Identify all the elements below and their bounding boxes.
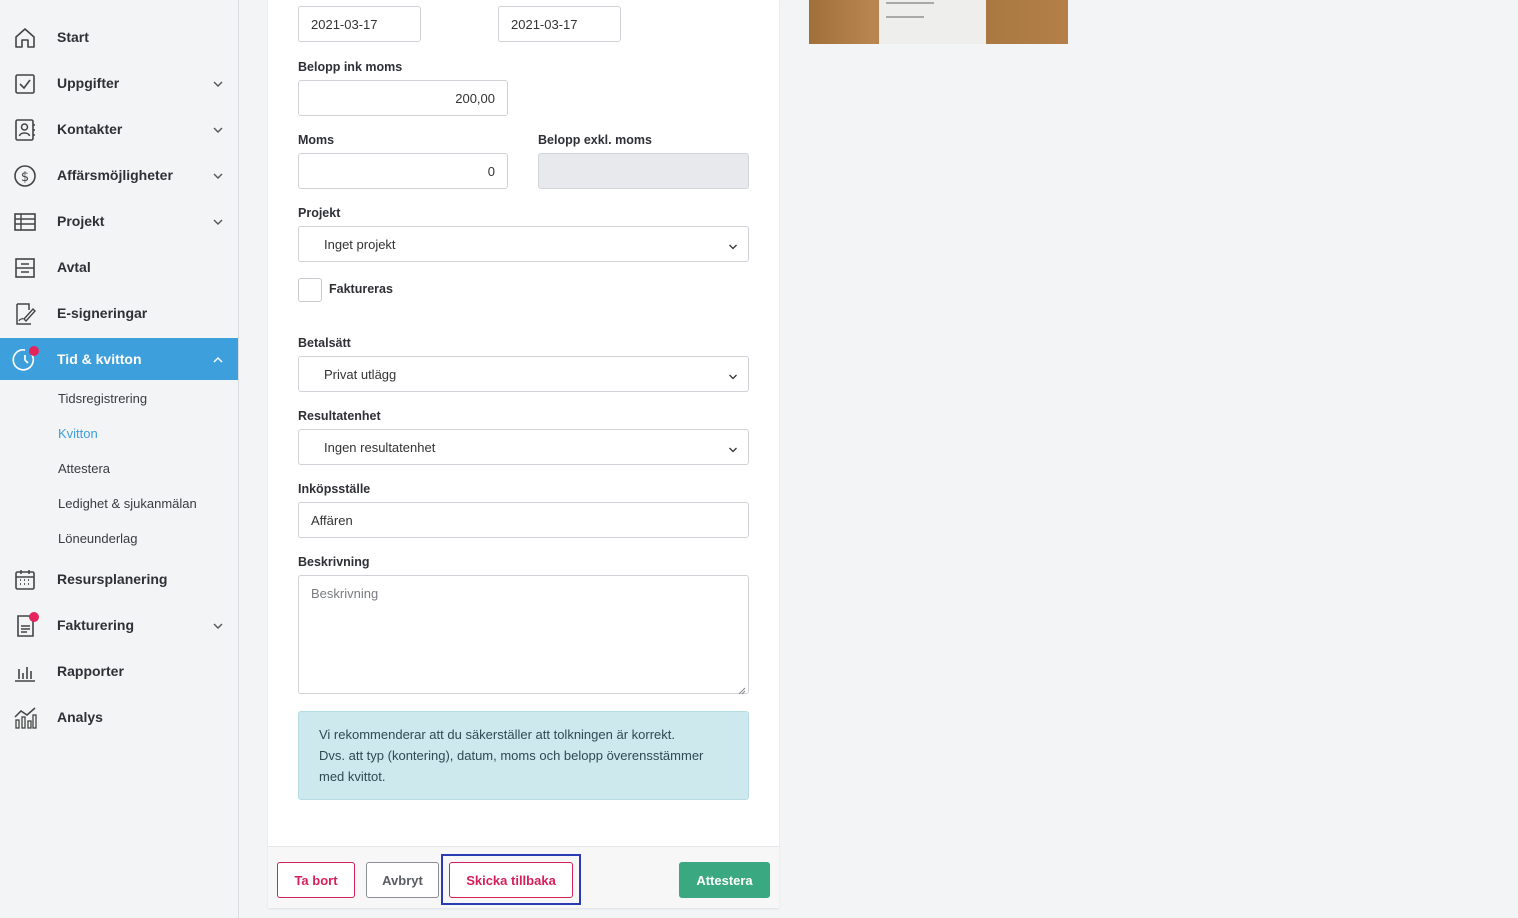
subnav-kvitton[interactable]: Kvitton (58, 426, 98, 441)
subnav-loneunderlag[interactable]: Löneunderlag (58, 531, 138, 546)
chevron-down-icon (728, 370, 738, 380)
date-to-input[interactable]: 2021-03-17 (498, 6, 621, 42)
resize-handle-icon[interactable] (738, 683, 746, 695)
nav-label: Uppgifter (57, 75, 120, 91)
purchase-place-label: Inköpsställe (298, 482, 371, 496)
project-select-value: Inget projekt (324, 236, 396, 252)
chevron-down-icon (728, 240, 738, 250)
project-label: Projekt (298, 206, 341, 220)
svg-text:$: $ (21, 170, 29, 185)
info-line: Dvs. att typ (kontering), datum, moms oc… (319, 748, 704, 763)
checkbox-icon (12, 71, 38, 97)
cancel-button[interactable]: Avbryt (366, 862, 439, 898)
nav-item-avtal[interactable]: Avtal (0, 246, 238, 288)
nav-label: E-signeringar (57, 305, 148, 321)
nav-item-tid-kvitton[interactable]: Tid & kvitton (0, 338, 238, 380)
result-unit-label: Resultatenhet (298, 409, 381, 423)
nav-label: Resursplanering (57, 571, 168, 587)
delete-button[interactable]: Ta bort (277, 862, 355, 898)
description-placeholder: Beskrivning (311, 586, 379, 601)
result-unit-value: Ingen resultatenhet (324, 439, 436, 455)
description-label: Beskrivning (298, 555, 370, 569)
sidebar: Start Uppgifter Kontakter $ Affärsmöjlig… (0, 0, 239, 918)
contract-icon (12, 255, 38, 281)
payment-method-value: Privat utlägg (324, 366, 397, 382)
approve-button[interactable]: Attestera (679, 862, 770, 898)
nav-label: Fakturering (57, 617, 135, 633)
date-from-input[interactable]: 2021-03-17 (298, 6, 421, 42)
bar-chart-icon (12, 659, 38, 685)
dollar-circle-icon: $ (12, 163, 38, 189)
amount-ex-vat-input (538, 153, 749, 189)
subnav-attestera[interactable]: Attestera (58, 461, 110, 476)
subnav-ledighet[interactable]: Ledighet & sjukanmälan (58, 496, 197, 511)
notification-badge (29, 346, 39, 356)
nav-label: Avtal (57, 259, 91, 275)
nav-item-uppgifter[interactable]: Uppgifter (0, 62, 238, 104)
contact-book-icon (12, 117, 38, 143)
nav-item-projekt[interactable]: Projekt (0, 200, 238, 242)
receipt-image[interactable] (809, 0, 1068, 44)
chevron-up-icon (212, 353, 224, 365)
nav-item-kontakter[interactable]: Kontakter (0, 108, 238, 150)
description-textarea[interactable]: Beskrivning (298, 575, 749, 695)
receipt-paper (879, 0, 986, 44)
invoiced-label: Faktureras (329, 282, 393, 296)
vat-input[interactable]: 0 (298, 153, 508, 189)
info-line: Vi rekommenderar att du säkerställer att… (319, 727, 675, 742)
nav-item-affarsmojligheter[interactable]: $ Affärsmöjligheter (0, 154, 238, 196)
nav-label: Start (57, 29, 89, 45)
nav-item-fakturering[interactable]: Fakturering (0, 604, 238, 646)
chevron-down-icon (728, 443, 738, 453)
chevron-down-icon (212, 215, 224, 227)
nav-item-resursplanering[interactable]: Resursplanering (0, 558, 238, 600)
invoiced-checkbox[interactable] (298, 278, 322, 302)
chevron-down-icon (212, 77, 224, 89)
nav-label: Kontakter (57, 121, 123, 137)
notification-badge (29, 612, 39, 622)
nav-label: Projekt (57, 213, 105, 229)
nav-item-rapporter[interactable]: Rapporter (0, 650, 238, 692)
payment-method-select[interactable]: Privat utlägg (298, 356, 749, 392)
project-select[interactable]: Inget projekt (298, 226, 749, 262)
nav-label: Analys (57, 709, 103, 725)
amount-ex-vat-label: Belopp exkl. moms (538, 133, 652, 147)
payment-method-label: Betalsätt (298, 336, 351, 350)
nav-label: Tid & kvitton (57, 351, 142, 367)
focus-ring (441, 854, 581, 905)
amount-label: Belopp ink moms (298, 60, 403, 74)
table-icon (12, 209, 38, 235)
nav-item-analys[interactable]: Analys (0, 696, 238, 738)
nav-label: Affärsmöjligheter (57, 167, 173, 183)
subnav-tidsregistrering[interactable]: Tidsregistrering (58, 391, 147, 406)
info-notice: Vi rekommenderar att du säkerställer att… (298, 711, 749, 800)
analytics-icon (12, 705, 38, 731)
purchase-place-input[interactable]: Affären (298, 502, 749, 538)
calendar-icon (12, 567, 38, 593)
result-unit-select[interactable]: Ingen resultatenhet (298, 429, 749, 465)
chevron-down-icon (212, 123, 224, 135)
signature-icon (12, 301, 38, 327)
nav-label: Rapporter (57, 663, 124, 679)
chevron-down-icon (212, 619, 224, 631)
amount-input[interactable]: 200,00 (298, 80, 508, 116)
vat-label: Moms (298, 133, 335, 147)
info-line: med kvittot. (319, 769, 386, 784)
nav-item-start[interactable]: Start (0, 16, 238, 58)
chevron-down-icon (212, 169, 224, 181)
nav-item-e-signeringar[interactable]: E-signeringar (0, 292, 238, 334)
home-icon (12, 25, 38, 51)
